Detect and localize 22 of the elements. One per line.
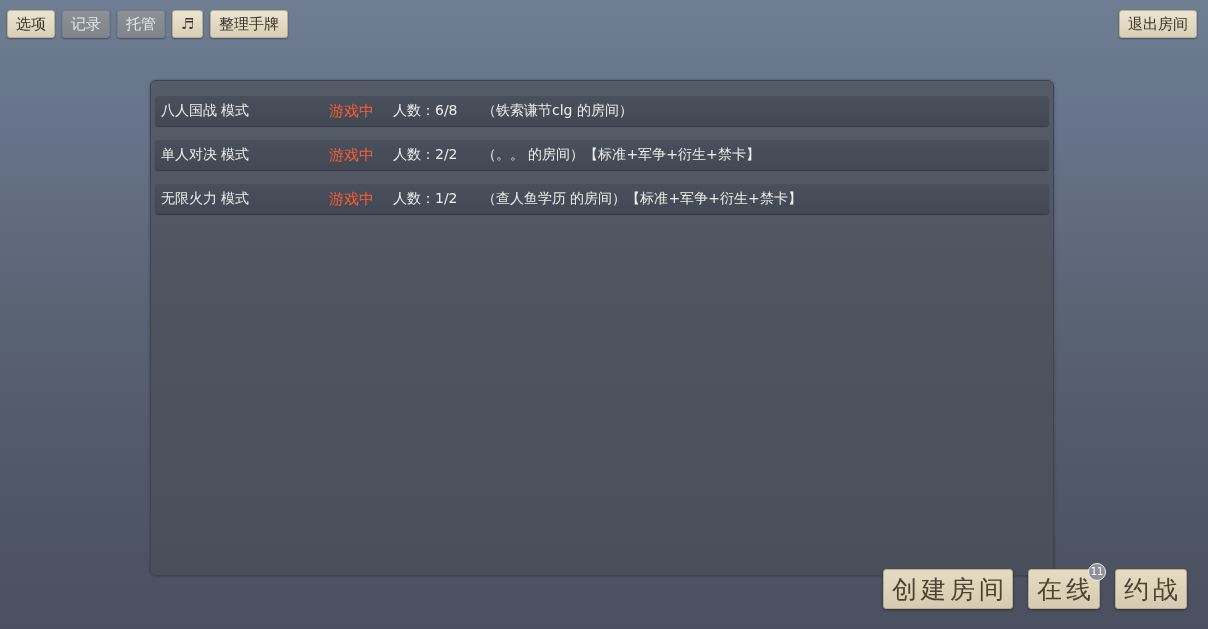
player-count: 人数：2/2 <box>393 146 458 164</box>
toolbar-button[interactable]: 整理手牌 <box>210 10 289 38</box>
room-status: 游戏中 <box>329 101 374 121</box>
room-name: （查人鱼学历 的房间）【标准+军争+衍生+禁卡】 <box>482 190 802 208</box>
toolbar-button[interactable]: ♬ <box>172 10 204 38</box>
player-count: 人数：6/8 <box>393 102 458 120</box>
room-mode: 单人对决 模式 <box>161 146 250 164</box>
player-count: 人数：1/2 <box>393 190 458 208</box>
action-button[interactable]: 约战 <box>1115 569 1187 609</box>
room-row[interactable]: 单人对决 模式 游戏中 人数：2/2 （。。 的房间）【标准+军争+衍生+禁卡】 <box>155 140 1049 170</box>
room-row[interactable]: 无限火力 模式 游戏中 人数：1/2 （查人鱼学历 的房间）【标准+军争+衍生+禁卡】 <box>155 184 1049 214</box>
room-mode: 八人国战 模式 <box>161 102 250 120</box>
toolbar-button[interactable]: 选项 <box>7 10 55 38</box>
action-button[interactable]: 创建房间 <box>883 569 1013 609</box>
room-name: （铁索谦节clg 的房间） <box>482 102 633 120</box>
exit-room-button[interactable]: 退出房间 <box>1119 10 1197 38</box>
room-name: （。。 的房间）【标准+军争+衍生+禁卡】 <box>482 146 760 164</box>
count-badge: 11 <box>1088 563 1106 581</box>
room-row[interactable]: 八人国战 模式 游戏中 人数：6/8 （铁索谦节clg 的房间） <box>155 96 1049 126</box>
room-status: 游戏中 <box>329 145 374 165</box>
room-mode: 无限火力 模式 <box>161 190 250 208</box>
room-status: 游戏中 <box>329 189 374 209</box>
